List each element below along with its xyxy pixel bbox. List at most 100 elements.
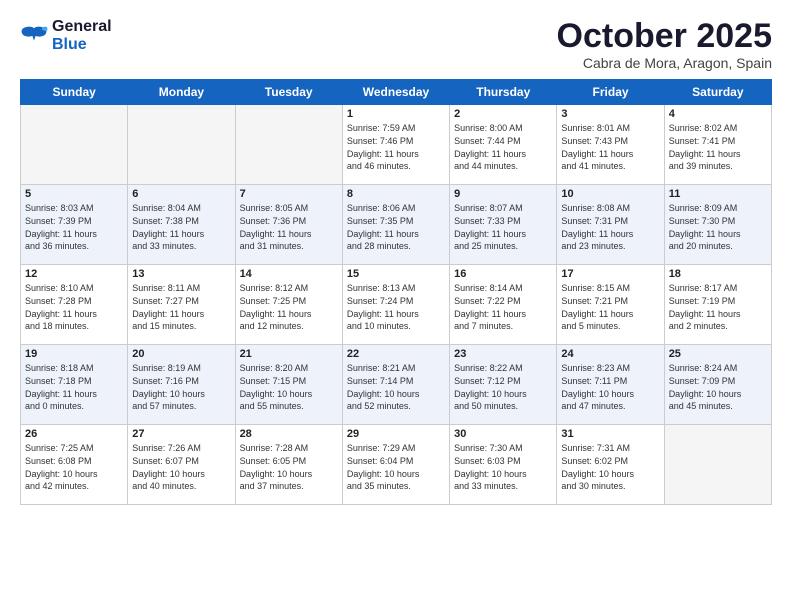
calendar-cell xyxy=(21,105,128,185)
cell-info: Sunrise: 8:23 AM Sunset: 7:11 PM Dayligh… xyxy=(561,362,659,412)
calendar-cell: 14 Sunrise: 8:12 AM Sunset: 7:25 PM Dayli… xyxy=(235,265,342,345)
cell-info: Sunrise: 7:30 AM Sunset: 6:03 PM Dayligh… xyxy=(454,442,552,492)
cell-info: Sunrise: 8:24 AM Sunset: 7:09 PM Dayligh… xyxy=(669,362,767,412)
day-number: 4 xyxy=(669,108,767,120)
title-area: October 2025 Cabra de Mora, Aragon, Spai… xyxy=(557,18,772,71)
day-number: 11 xyxy=(669,188,767,200)
cell-info: Sunrise: 8:14 AM Sunset: 7:22 PM Dayligh… xyxy=(454,282,552,332)
day-number: 31 xyxy=(561,428,659,440)
calendar-cell: 17Sunrise: 8:15 AM Sunset: 7:21 PM Dayli… xyxy=(557,265,664,345)
cell-info: Sunrise: 7:29 AM Sunset: 6:04 PM Dayligh… xyxy=(347,442,445,492)
calendar-cell: 13 Sunrise: 8:11 AM Sunset: 7:27 PM Dayli… xyxy=(128,265,235,345)
cell-info: Sunrise: 8:07 AM Sunset: 7:33 PM Dayligh… xyxy=(454,202,552,252)
cell-info: Sunrise: 8:12 AM Sunset: 7:25 PM Dayligh… xyxy=(240,282,338,332)
header-row: SundayMondayTuesdayWednesdayThursdayFrid… xyxy=(21,80,772,105)
cell-info: Sunrise: 8:02 AM Sunset: 7:41 PM Dayligh… xyxy=(669,122,767,172)
day-number: 27 xyxy=(132,428,230,440)
day-number: 16 xyxy=(454,268,552,280)
day-number: 13 xyxy=(132,268,230,280)
cell-info: Sunrise: 7:28 AM Sunset: 6:05 PM Dayligh… xyxy=(240,442,338,492)
calendar-cell xyxy=(235,105,342,185)
calendar-cell: 22Sunrise: 8:21 AM Sunset: 7:14 PM Dayli… xyxy=(342,345,449,425)
calendar-cell: 31 Sunrise: 7:31 AM Sunset: 6:02 PM Dayli… xyxy=(557,425,664,505)
calendar-cell: 25 Sunrise: 8:24 AM Sunset: 7:09 PM Dayli… xyxy=(664,345,771,425)
day-number: 1 xyxy=(347,108,445,120)
cell-info: Sunrise: 8:11 AM Sunset: 7:27 PM Dayligh… xyxy=(132,282,230,332)
day-number: 26 xyxy=(25,428,123,440)
calendar-cell: 16 Sunrise: 8:14 AM Sunset: 7:22 PM Dayli… xyxy=(450,265,557,345)
day-number: 6 xyxy=(132,188,230,200)
day-number: 20 xyxy=(132,348,230,360)
logo-icon xyxy=(20,25,48,47)
calendar-cell: 4 Sunrise: 8:02 AM Sunset: 7:41 PM Daylig… xyxy=(664,105,771,185)
week-row-4: 19Sunrise: 8:18 AM Sunset: 7:18 PM Dayli… xyxy=(21,345,772,425)
calendar-cell: 9 Sunrise: 8:07 AM Sunset: 7:33 PM Daylig… xyxy=(450,185,557,265)
day-number: 29 xyxy=(347,428,445,440)
day-number: 12 xyxy=(25,268,123,280)
calendar-cell xyxy=(128,105,235,185)
day-number: 3 xyxy=(561,108,659,120)
day-number: 23 xyxy=(454,348,552,360)
logo-text: General Blue xyxy=(52,18,112,54)
calendar-cell: 27 Sunrise: 7:26 AM Sunset: 6:07 PM Dayli… xyxy=(128,425,235,505)
calendar-cell: 24 Sunrise: 8:23 AM Sunset: 7:11 PM Dayli… xyxy=(557,345,664,425)
header: General Blue October 2025 Cabra de Mora,… xyxy=(20,18,772,71)
calendar-cell: 10 Sunrise: 8:08 AM Sunset: 7:31 PM Dayli… xyxy=(557,185,664,265)
day-number: 25 xyxy=(669,348,767,360)
day-number: 7 xyxy=(240,188,338,200)
week-row-2: 5 Sunrise: 8:03 AM Sunset: 7:39 PM Daylig… xyxy=(21,185,772,265)
day-number: 28 xyxy=(240,428,338,440)
day-header-sunday: Sunday xyxy=(21,80,128,105)
day-header-tuesday: Tuesday xyxy=(235,80,342,105)
cell-info: Sunrise: 8:06 AM Sunset: 7:35 PM Dayligh… xyxy=(347,202,445,252)
cell-info: Sunrise: 8:01 AM Sunset: 7:43 PM Dayligh… xyxy=(561,122,659,172)
day-number: 14 xyxy=(240,268,338,280)
day-number: 9 xyxy=(454,188,552,200)
cell-info: Sunrise: 8:09 AM Sunset: 7:30 PM Dayligh… xyxy=(669,202,767,252)
subtitle: Cabra de Mora, Aragon, Spain xyxy=(557,55,772,71)
day-number: 21 xyxy=(240,348,338,360)
calendar-table: SundayMondayTuesdayWednesdayThursdayFrid… xyxy=(20,79,772,505)
day-number: 22 xyxy=(347,348,445,360)
day-header-wednesday: Wednesday xyxy=(342,80,449,105)
month-title: October 2025 xyxy=(557,18,772,55)
cell-info: Sunrise: 8:04 AM Sunset: 7:38 PM Dayligh… xyxy=(132,202,230,252)
calendar-cell: 5 Sunrise: 8:03 AM Sunset: 7:39 PM Daylig… xyxy=(21,185,128,265)
cell-info: Sunrise: 8:08 AM Sunset: 7:31 PM Dayligh… xyxy=(561,202,659,252)
cell-info: Sunrise: 7:59 AM Sunset: 7:46 PM Dayligh… xyxy=(347,122,445,172)
day-number: 17 xyxy=(561,268,659,280)
cell-info: Sunrise: 7:26 AM Sunset: 6:07 PM Dayligh… xyxy=(132,442,230,492)
calendar-cell: 30 Sunrise: 7:30 AM Sunset: 6:03 PM Dayli… xyxy=(450,425,557,505)
day-number: 2 xyxy=(454,108,552,120)
cell-info: Sunrise: 8:13 AM Sunset: 7:24 PM Dayligh… xyxy=(347,282,445,332)
day-header-monday: Monday xyxy=(128,80,235,105)
cell-info: Sunrise: 8:05 AM Sunset: 7:36 PM Dayligh… xyxy=(240,202,338,252)
calendar-cell: 8Sunrise: 8:06 AM Sunset: 7:35 PM Daylig… xyxy=(342,185,449,265)
cell-info: Sunrise: 7:31 AM Sunset: 6:02 PM Dayligh… xyxy=(561,442,659,492)
day-number: 10 xyxy=(561,188,659,200)
calendar-cell: 20 Sunrise: 8:19 AM Sunset: 7:16 PM Dayli… xyxy=(128,345,235,425)
calendar-cell: 21 Sunrise: 8:20 AM Sunset: 7:15 PM Dayli… xyxy=(235,345,342,425)
week-row-1: 1 Sunrise: 7:59 AM Sunset: 7:46 PM Daylig… xyxy=(21,105,772,185)
cell-info: Sunrise: 8:10 AM Sunset: 7:28 PM Dayligh… xyxy=(25,282,123,332)
calendar-cell: 2Sunrise: 8:00 AM Sunset: 7:44 PM Daylig… xyxy=(450,105,557,185)
calendar-cell: 29 Sunrise: 7:29 AM Sunset: 6:04 PM Dayli… xyxy=(342,425,449,505)
day-number: 30 xyxy=(454,428,552,440)
calendar-cell: 28 Sunrise: 7:28 AM Sunset: 6:05 PM Dayli… xyxy=(235,425,342,505)
cell-info: Sunrise: 8:19 AM Sunset: 7:16 PM Dayligh… xyxy=(132,362,230,412)
day-number: 5 xyxy=(25,188,123,200)
calendar-cell xyxy=(664,425,771,505)
cell-info: Sunrise: 8:20 AM Sunset: 7:15 PM Dayligh… xyxy=(240,362,338,412)
cell-info: Sunrise: 8:17 AM Sunset: 7:19 PM Dayligh… xyxy=(669,282,767,332)
calendar-cell: 7 Sunrise: 8:05 AM Sunset: 7:36 PM Daylig… xyxy=(235,185,342,265)
logo: General Blue xyxy=(20,18,112,54)
cell-info: Sunrise: 8:03 AM Sunset: 7:39 PM Dayligh… xyxy=(25,202,123,252)
cell-info: Sunrise: 7:25 AM Sunset: 6:08 PM Dayligh… xyxy=(25,442,123,492)
calendar-cell: 11 Sunrise: 8:09 AM Sunset: 7:30 PM Dayli… xyxy=(664,185,771,265)
day-number: 18 xyxy=(669,268,767,280)
day-number: 24 xyxy=(561,348,659,360)
calendar-cell: 18 Sunrise: 8:17 AM Sunset: 7:19 PM Dayli… xyxy=(664,265,771,345)
day-number: 19 xyxy=(25,348,123,360)
week-row-5: 26 Sunrise: 7:25 AM Sunset: 6:08 PM Dayli… xyxy=(21,425,772,505)
calendar-cell: 23Sunrise: 8:22 AM Sunset: 7:12 PM Dayli… xyxy=(450,345,557,425)
